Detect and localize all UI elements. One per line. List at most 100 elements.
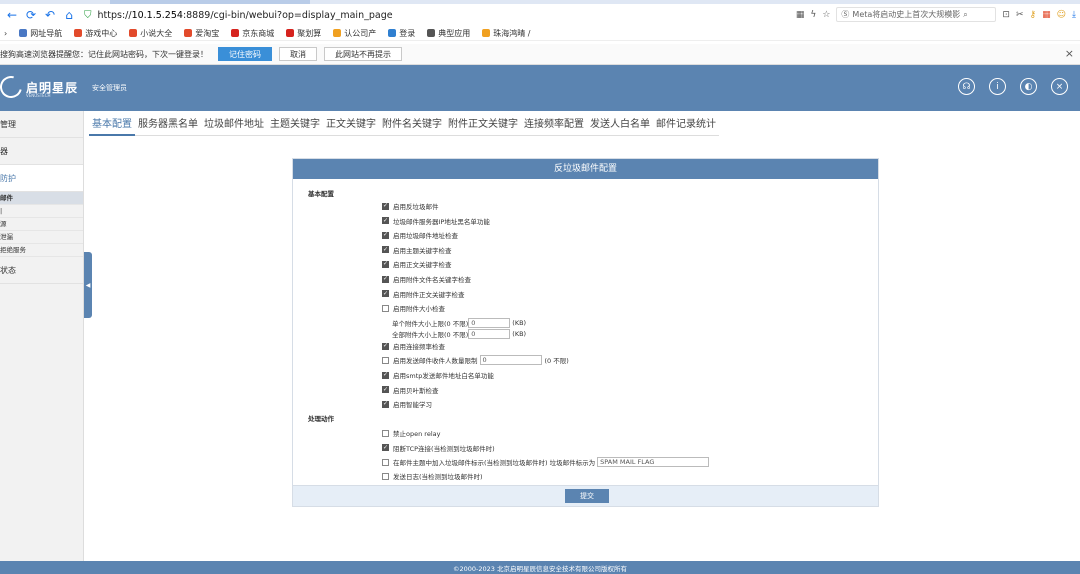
checkbox[interactable]	[382, 356, 389, 364]
spam-flag-input[interactable]: SPAM MAIL FLAG	[597, 457, 710, 467]
bookmark-label: 典型应用	[438, 28, 471, 38]
grid-icon[interactable]: ▦	[796, 10, 805, 20]
screen: ← ⟳ ↶ ⌂ ⛉ https://10.1.5.254:8889/cgi-bi…	[0, 0, 1080, 574]
cancel-button[interactable]: 取消	[279, 47, 317, 61]
checkbox[interactable]: ✓	[382, 231, 389, 239]
key-icon[interactable]: ⚷	[1030, 10, 1037, 20]
url-field[interactable]: ⛉ https://10.1.5.254:8889/cgi-bin/webui?…	[84, 7, 734, 23]
tab-item[interactable]: 附件名关键字	[379, 118, 445, 136]
sidebar-item[interactable]: 拒绝服务	[0, 244, 83, 257]
tab-item[interactable]: 基本配置	[89, 118, 135, 136]
undo-icon[interactable]: ↶	[43, 8, 57, 22]
option-label: 启用smtp发送邮件地址白名单功能	[393, 372, 494, 380]
checkbox[interactable]	[382, 472, 389, 480]
option-row: ✓ 启用贝叶斯检查	[382, 385, 439, 395]
bookmark-item[interactable]: 游戏中心	[74, 28, 117, 39]
bookmark-favicon-icon	[286, 29, 295, 37]
sidebar-item[interactable]: 管理	[0, 111, 83, 138]
bookmark-label: 聚划算	[297, 28, 322, 38]
bookmark-label: 网址导航	[30, 28, 63, 38]
recipient-limit-input[interactable]: 0	[479, 355, 542, 365]
sidebar-collapse-handle[interactable]: ◀	[84, 252, 92, 318]
tab-item[interactable]: 附件正文关键字	[445, 118, 521, 136]
checkbox[interactable]: ✓	[382, 275, 389, 283]
scissors-icon[interactable]: ✂	[1016, 10, 1024, 20]
tab-item[interactable]: 主题关键字	[267, 118, 323, 136]
checkbox[interactable]: ✓	[382, 202, 389, 210]
bookmark-item[interactable]: 认公司产	[333, 28, 376, 39]
sidebar-item[interactable]: 邮件	[0, 192, 83, 205]
attach-size-input[interactable]: 0	[468, 318, 511, 328]
sidebar-item[interactable]: 防护	[0, 165, 83, 192]
smile-icon[interactable]: ☺	[1057, 10, 1066, 20]
app-header: 启明星辰 VENUSTECH 安全管理员 ☊ i ◐ ×	[0, 65, 1080, 111]
bookmark-favicon-icon	[184, 29, 193, 37]
star-icon[interactable]: ☆	[822, 10, 830, 20]
sidebar-item[interactable]: 源	[0, 218, 83, 231]
bookmark-item[interactable]: 爱淘宝	[184, 28, 219, 39]
checkbox[interactable]: ✓	[382, 371, 389, 379]
tab-item[interactable]: 发送人白名单	[587, 118, 653, 136]
checkbox[interactable]: ✓	[382, 444, 389, 452]
attach-size-row: 单个附件大小上限(0 不限) 0 (KB)	[392, 318, 526, 328]
bookmarks-chevron-icon[interactable]: ›	[4, 29, 7, 38]
sidebar-item[interactable]: 泄漏	[0, 231, 83, 244]
never-prompt-button[interactable]: 此网站不再提示	[324, 47, 402, 61]
download-icon[interactable]: ⤓	[1072, 10, 1076, 20]
home-icon[interactable]: ⌂	[62, 8, 76, 22]
option-row: 发送日志(当检测到垃圾邮件时)	[382, 471, 483, 481]
checkbox[interactable]	[382, 458, 389, 466]
checkbox[interactable]: ✓	[382, 260, 389, 268]
bookmark-label: 小说大全	[140, 28, 173, 38]
sidebar-item[interactable]: 器	[0, 138, 83, 165]
tab-item[interactable]: 邮件记录统计	[653, 118, 719, 136]
sidebar-item[interactable]: |	[0, 205, 83, 218]
panel-footer: 提交	[293, 485, 878, 506]
config-tabs: 基本配置 服务器黑名单 垃圾邮件地址 主题关键字 正文关键字 附件名关键字 附件正文关键字连…	[89, 118, 719, 136]
attach-size-input[interactable]: 0	[468, 329, 511, 339]
checkbox[interactable]: ✓	[382, 342, 389, 350]
checkbox[interactable]	[382, 429, 389, 437]
bookmark-item[interactable]: 典型应用	[427, 28, 470, 39]
bookmark-label: 认公司产	[344, 28, 377, 38]
close-icon[interactable]: ×	[1065, 47, 1074, 60]
checkbox[interactable]: ✓	[382, 246, 389, 254]
search-icon[interactable]: ⌕	[963, 10, 967, 20]
bookmark-item[interactable]: 网址导航	[19, 28, 62, 39]
tab-item[interactable]: 服务器黑名单	[135, 118, 201, 136]
remember-password-button[interactable]: 记住密码	[218, 47, 272, 61]
address-bar: ← ⟳ ↶ ⌂ ⛉ https://10.1.5.254:8889/cgi-bi…	[0, 4, 1080, 26]
checkbox[interactable]: ✓	[382, 386, 389, 394]
screenshot-icon[interactable]: ⊡	[1002, 10, 1010, 20]
back-icon[interactable]: ←	[5, 8, 19, 22]
browser-search-field[interactable]: Ⓢ Meta将启动史上首次大规模影 ⌕	[836, 7, 997, 22]
lightning-icon[interactable]: ϟ	[810, 10, 816, 20]
bookmark-item[interactable]: 珠海鸿晴 /	[482, 28, 530, 39]
tab-item[interactable]: 垃圾邮件地址	[201, 118, 267, 136]
option-row: 启用附件大小检查	[382, 303, 445, 313]
option-row: ✓ 启用智能学习	[382, 399, 432, 409]
bookmark-item[interactable]: 聚划算	[286, 28, 321, 39]
checkbox[interactable]	[382, 304, 389, 312]
bookmark-item[interactable]: 小说大全	[129, 28, 172, 39]
tab-item[interactable]: 正文关键字	[323, 118, 379, 136]
checkbox[interactable]: ✓	[382, 217, 389, 225]
submit-button[interactable]: 提交	[565, 489, 609, 503]
headset-icon[interactable]: ☊	[958, 78, 975, 95]
recipient-limit-hint: (0 不限)	[544, 357, 569, 365]
option-row: ✓ 启用主题关键字检查	[382, 245, 452, 255]
refresh-icon[interactable]: ⟳	[24, 8, 38, 22]
bookmark-item[interactable]: 登录	[388, 28, 415, 39]
palette-icon[interactable]: ◐	[1020, 78, 1037, 95]
info-icon[interactable]: i	[989, 78, 1006, 95]
sidebar-item[interactable]: 状态	[0, 257, 83, 284]
checkbox[interactable]: ✓	[382, 290, 389, 298]
logo: 启明星辰 VENUSTECH	[0, 71, 78, 103]
bookmark-label: 京东商城	[242, 28, 275, 38]
header-icons: ☊ i ◐ ×	[958, 78, 1068, 95]
tab-item[interactable]: 连接频率配置	[521, 118, 587, 136]
checkbox[interactable]: ✓	[382, 400, 389, 408]
bookmark-item[interactable]: 京东商城	[231, 28, 274, 39]
grid-apps-icon[interactable]: ▦	[1042, 10, 1051, 20]
logout-icon[interactable]: ×	[1051, 78, 1068, 95]
